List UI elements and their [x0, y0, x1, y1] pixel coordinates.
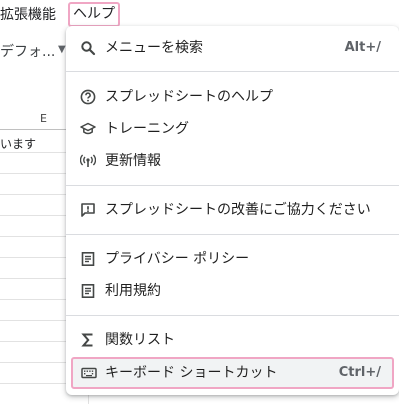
menu-item-keyboard-shortcuts[interactable]: キーボード ショートカット Ctrl+/ — [71, 357, 394, 389]
menu-item-label: トレーニング — [105, 121, 189, 137]
menu-item-label: 利用規約 — [105, 283, 161, 299]
menu-item-label: 関数リスト — [105, 332, 175, 348]
shortcut-label: Alt+/ — [344, 40, 381, 55]
menu-item-function-list[interactable]: 関数リスト — [66, 324, 399, 356]
menu-separator — [66, 185, 399, 186]
broadcast-icon — [80, 153, 96, 169]
document-icon — [80, 251, 96, 267]
menu-item-privacy-policy[interactable]: プライバシー ポリシー — [66, 243, 399, 275]
search-icon — [80, 40, 96, 56]
help-menu: メニューを検索 Alt+/ スプレッドシートのヘルプ トレーニング 更新情報 ス… — [66, 26, 399, 395]
shortcut-label: Ctrl+/ — [338, 365, 381, 380]
cell-e1-text[interactable]: います — [0, 135, 36, 152]
font-dropdown-caret-icon[interactable]: ▼ — [58, 44, 66, 55]
menu-item-label: スプレッドシートの改善にご協力ください — [105, 202, 371, 218]
menu-separator — [66, 71, 399, 72]
graduation-cap-icon — [80, 121, 96, 137]
document-icon — [80, 283, 96, 299]
menu-item-label: メニューを検索 — [105, 40, 203, 56]
sigma-icon — [80, 332, 96, 348]
help-circle-icon — [80, 89, 96, 105]
menu-help[interactable]: ヘルプ — [68, 2, 120, 27]
menu-item-search-menus[interactable]: メニューを検索 Alt+/ — [66, 32, 399, 64]
menu-extensions[interactable]: 拡張機能 — [0, 3, 56, 27]
menu-item-label: キーボード ショートカット — [105, 365, 278, 381]
menu-item-updates[interactable]: 更新情報 — [66, 145, 399, 177]
font-family-select[interactable]: デフォ... — [0, 41, 55, 61]
menu-item-label: プライバシー ポリシー — [105, 251, 250, 267]
menu-item-label: スプレッドシートのヘルプ — [105, 89, 273, 105]
menu-item-terms-of-service[interactable]: 利用規約 — [66, 275, 399, 307]
menu-item-label: 更新情報 — [105, 153, 161, 169]
menu-separator — [66, 234, 399, 235]
menu-item-training[interactable]: トレーニング — [66, 113, 399, 145]
menu-separator — [66, 315, 399, 316]
keyboard-icon — [81, 365, 97, 381]
feedback-icon — [80, 202, 96, 218]
menu-item-feedback[interactable]: スプレッドシートの改善にご協力ください — [66, 194, 399, 226]
menu-item-sheets-help[interactable]: スプレッドシートのヘルプ — [66, 81, 399, 113]
